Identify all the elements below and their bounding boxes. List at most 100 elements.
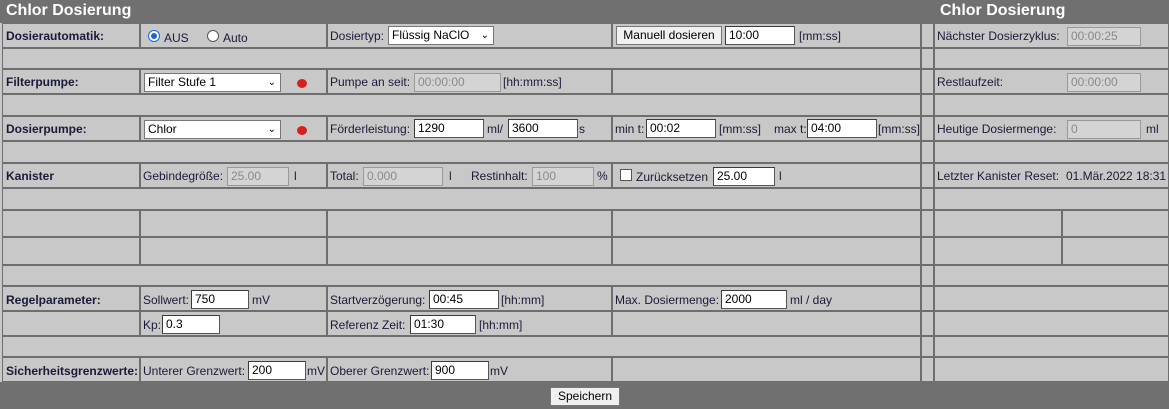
sollwert-input[interactable]: 750	[191, 290, 249, 309]
spacer-cell	[921, 210, 934, 237]
max-dosiermenge-input[interactable]: 2000	[721, 290, 787, 309]
empty-cell	[612, 357, 921, 382]
empty-cell	[934, 357, 1169, 382]
spacer-cell	[921, 69, 934, 94]
sicherheit-label: Sicherheitsgrenzwerte:	[6, 364, 139, 378]
empty-cell	[612, 210, 921, 237]
spacer-row	[2, 48, 921, 69]
referenz-zeit-input[interactable]: 01:30	[410, 315, 476, 334]
kanister-label-cell: Kanister	[2, 163, 140, 188]
restlaufzeit-label: Restlaufzeit:	[937, 75, 1004, 89]
oberer-grenzwert-input[interactable]: 900	[431, 361, 489, 380]
dosierpumpe-label: Dosierpumpe:	[6, 122, 87, 136]
dosierpumpe-label-cell: Dosierpumpe:	[2, 116, 140, 141]
dosierautomatik-label: Dosierautomatik:	[6, 29, 105, 43]
spacer-cell	[921, 237, 934, 265]
radio-aus[interactable]	[148, 30, 160, 42]
pumpe-an-unit: [hh:mm:ss]	[503, 75, 562, 89]
radio-auto-label: Auto	[223, 31, 248, 45]
dosiertyp-value: Flüssig NaClO	[392, 28, 470, 42]
gebinde-value: 25.00	[227, 167, 289, 186]
empty-cell	[612, 69, 921, 94]
restinhalt-label: Restinhalt:	[471, 169, 528, 183]
unterer-grenzwert-input[interactable]: 200	[248, 361, 306, 380]
kp-cell: Kp: 0.3	[140, 311, 327, 336]
gebinde-label: Gebindegröße:	[143, 169, 224, 183]
kanister-label: Kanister	[6, 169, 55, 183]
min-t-unit: [mm:ss]	[719, 122, 761, 136]
foerderleistung-ml-input[interactable]: 1290	[414, 119, 484, 138]
referenz-zeit-cell: Referenz Zeit: 01:30 [hh:mm]	[327, 311, 612, 336]
spacer-row-right	[934, 188, 1169, 210]
unterer-grenzwert-label: Unterer Grenzwert:	[143, 364, 246, 378]
referenz-zeit-label: Referenz Zeit:	[330, 318, 406, 332]
min-t-label: min t:	[615, 122, 645, 136]
referenz-zeit-unit: [hh:mm]	[479, 318, 523, 332]
filterpumpe-value: Filter Stufe 1	[148, 75, 217, 89]
filterpumpe-label-cell: Filterpumpe:	[2, 69, 140, 94]
foerderleistung-cell: Förderleistung: 1290 ml/ 3600 s	[327, 116, 612, 141]
manual-dose-button[interactable]: Manuell dosieren	[616, 26, 722, 45]
dosierpumpe-select-cell: Chlor ⌄	[140, 116, 327, 141]
spacer-row	[2, 188, 921, 210]
chevron-down-icon: ⌄	[267, 124, 276, 135]
empty-cell	[1062, 210, 1169, 237]
header-gap	[921, 0, 934, 23]
kp-input[interactable]: 0.3	[162, 315, 220, 334]
reset-checkbox[interactable]	[620, 169, 632, 181]
heutige-dosiermenge-value: 0	[1067, 120, 1141, 139]
pumpe-an-cell: Pumpe an seit: 00:00:00 [hh:mm:ss]	[327, 69, 612, 94]
foerderleistung-s-input[interactable]: 3600	[508, 119, 578, 138]
startverzoegerung-input[interactable]: 00:45	[429, 290, 499, 309]
kp-label: Kp:	[143, 318, 162, 332]
row-dosierautomatik-label-cell: Dosierautomatik:	[2, 23, 140, 48]
spacer-cell	[921, 94, 934, 116]
empty-cell	[2, 210, 140, 237]
save-button[interactable]: Speichern	[550, 387, 620, 406]
spacer-row-right	[934, 141, 1169, 163]
total-label: Total:	[330, 169, 359, 183]
reset-label: Zurücksetzen	[636, 170, 709, 184]
letzter-reset-label: Letzter Kanister Reset:	[937, 169, 1060, 183]
heutige-dosiermenge-unit: ml	[1146, 122, 1159, 136]
oberer-grenzwert-unit: mV	[490, 364, 508, 378]
unterer-grenzwert-unit: mV	[307, 364, 325, 378]
next-cycle-value: 00:00:25	[1067, 27, 1141, 46]
filterpumpe-select-cell: Filter Stufe 1 ⌄	[140, 69, 327, 94]
empty-cell	[612, 311, 921, 336]
max-dosiermenge-label: Max. Dosiermenge:	[615, 293, 720, 307]
sicherheit-label-cell: Sicherheitsgrenzwerte:	[2, 357, 140, 382]
filterpumpe-select[interactable]: Filter Stufe 1 ⌄	[144, 73, 281, 92]
dosiertyp-select[interactable]: Flüssig NaClO ⌄	[388, 26, 494, 45]
spacer-cell	[921, 357, 934, 382]
spacer-row-right	[934, 265, 1169, 286]
sollwert-label: Sollwert:	[143, 293, 190, 307]
empty-cell	[2, 237, 140, 265]
regelparameter-label-cell: Regelparameter:	[2, 286, 140, 311]
max-t-input[interactable]: 04:00	[807, 119, 877, 138]
dosierpumpe-select[interactable]: Chlor ⌄	[144, 120, 281, 139]
empty-cell	[934, 210, 1062, 237]
max-dosiermenge-cell: Max. Dosiermenge: 2000 ml / day	[612, 286, 921, 311]
letzter-reset-cell: Letzter Kanister Reset: 01.Mär.2022 18:3…	[934, 163, 1169, 188]
restinhalt-value: 100	[532, 167, 594, 186]
total-unit: l	[449, 169, 452, 183]
reset-value-input[interactable]: 25.00	[713, 167, 775, 186]
footer-bar: Speichern	[0, 382, 1169, 409]
min-t-input[interactable]: 00:02	[646, 119, 716, 138]
manual-time-input[interactable]: 10:00	[725, 26, 795, 45]
left-header: Chlor Dosierung	[0, 0, 921, 23]
empty-cell	[140, 210, 327, 237]
restlaufzeit-cell: Restlaufzeit: 00:00:00	[934, 69, 1169, 94]
min-max-cell: min t: 00:02 [mm:ss] max t: 04:00 [mm:ss…	[612, 116, 921, 141]
pumpe-an-value: 00:00:00	[414, 73, 501, 92]
chevron-down-icon: ⌄	[480, 30, 489, 41]
manual-time-unit: [mm:ss]	[799, 29, 841, 43]
max-t-unit: [mm:ss]	[878, 122, 920, 136]
radio-auto[interactable]	[207, 30, 219, 42]
spacer-row-right	[934, 94, 1169, 116]
dosierautomatik-radio-cell: AUS Auto	[140, 23, 327, 48]
reset-unit: l	[779, 169, 782, 183]
dosiertyp-cell: Dosiertyp: Flüssig NaClO ⌄	[327, 23, 612, 48]
radio-aus-label: AUS	[164, 31, 189, 45]
